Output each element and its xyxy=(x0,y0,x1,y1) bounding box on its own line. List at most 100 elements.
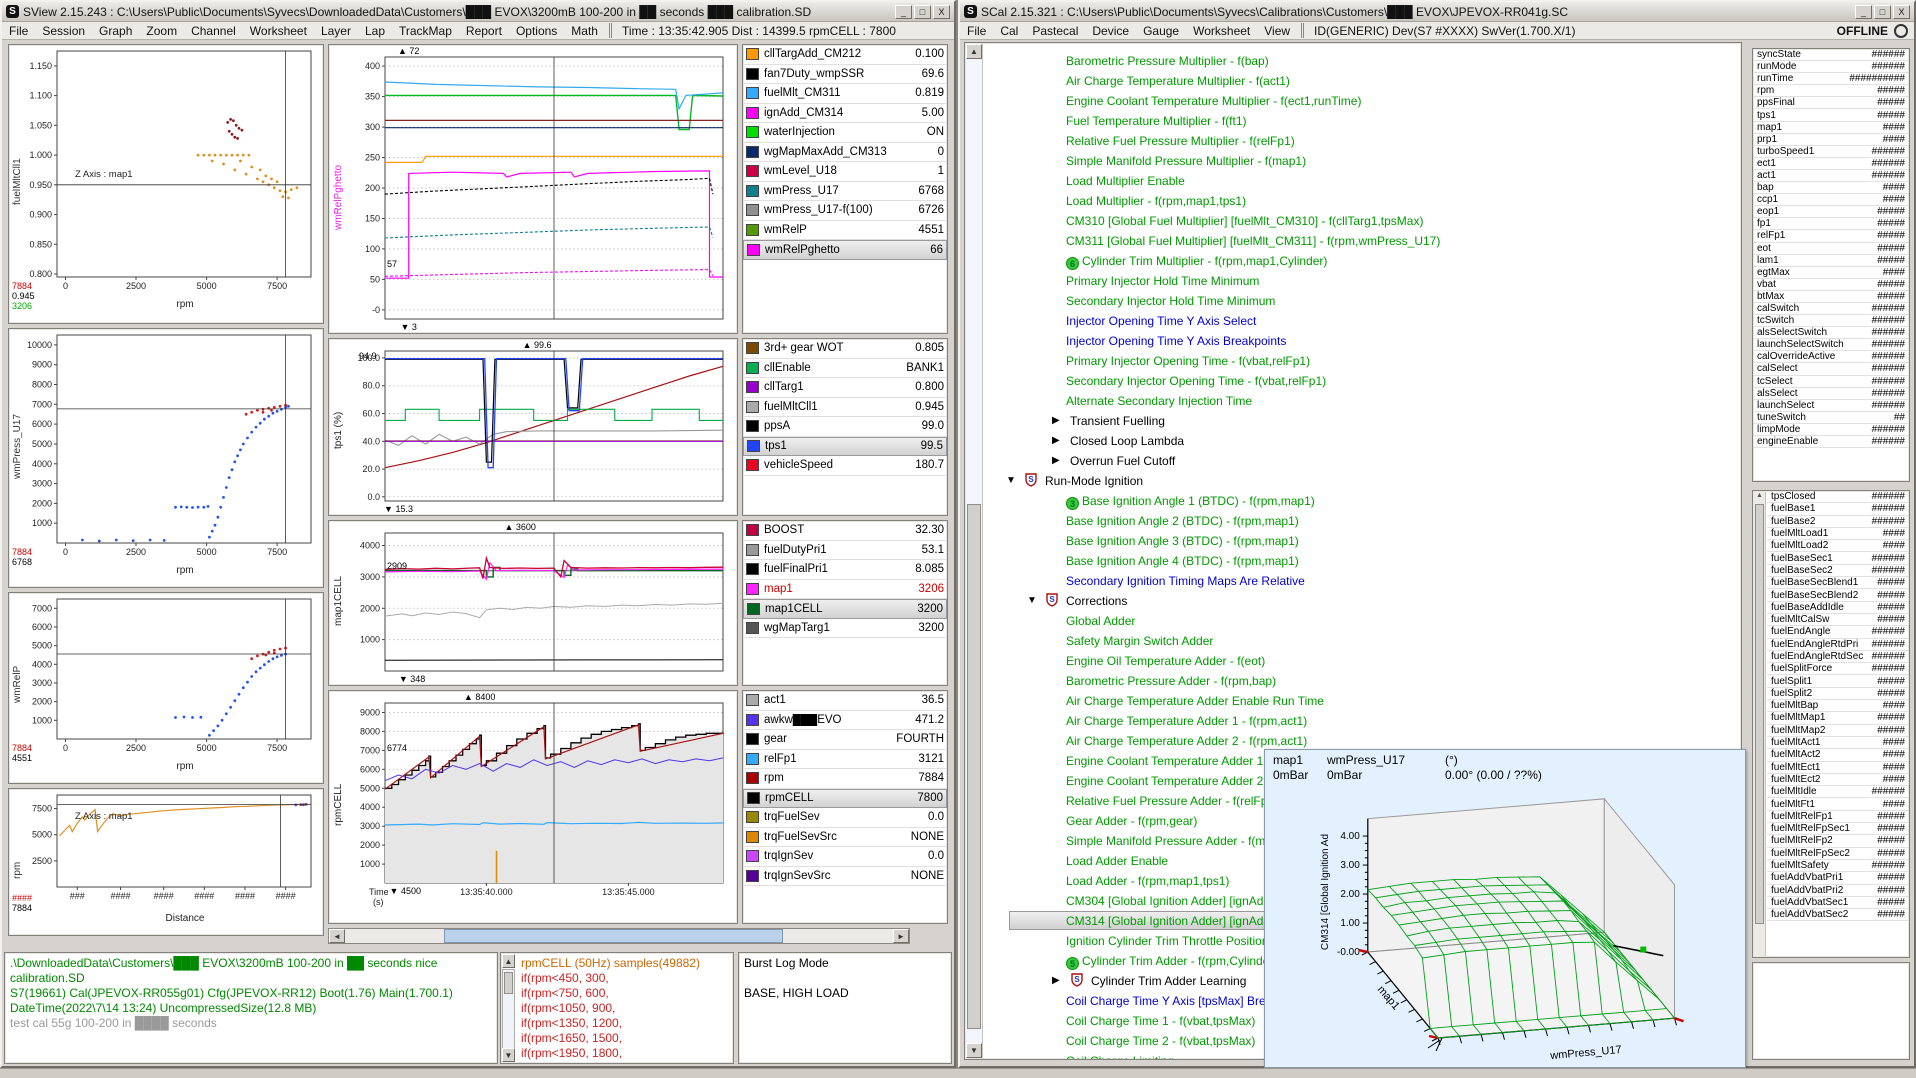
gauge-row-fuelendangle[interactable]: fuelEndAngle###### xyxy=(1767,626,1909,638)
gauge-row-fuelsplit2[interactable]: fuelSplit2##### xyxy=(1767,688,1909,700)
gauge-row-act1[interactable]: act1###### xyxy=(1753,170,1909,182)
gauge-row-calselect[interactable]: calSelect###### xyxy=(1753,363,1909,375)
sview-menu-worksheet[interactable]: Worksheet xyxy=(243,24,314,38)
channel-row-boost[interactable]: BOOST32.30 xyxy=(743,521,947,541)
gauge-row-fuelmltidle[interactable]: fuelMltIdle###### xyxy=(1767,786,1909,798)
tree-item-engine-oil-temperature-adder[interactable]: Engine Oil Temperature Adder - f(eot) xyxy=(989,651,1741,671)
gauge-row-vbat[interactable]: vbat##### xyxy=(1753,279,1909,291)
sview-menu-layer[interactable]: Layer xyxy=(314,24,358,38)
channel-row-waterinjection[interactable]: waterInjectionON xyxy=(743,123,947,143)
tree-item-air-charge-temperature-adder[interactable]: Air Charge Temperature Adder 1 - f(rpm,a… xyxy=(989,711,1741,731)
tree-item-injector-opening-time-y[interactable]: Injector Opening Time Y Axis Breakpoints xyxy=(989,331,1741,351)
gauge-row-btmax[interactable]: btMax##### xyxy=(1753,291,1909,303)
gauge-row-calswitch[interactable]: calSwitch###### xyxy=(1753,303,1909,315)
strip-chart-wmrelpghetto[interactable]: 40035030025020015010050-0▲ 72▼ 3wmRelPgh… xyxy=(328,44,738,334)
gauge-row-fuelmltrelfpsec1[interactable]: fuelMltRelFpSec1##### xyxy=(1767,823,1909,835)
sview-titlebar[interactable]: S SView 2.15.243 : C:\Users\Public\Docum… xyxy=(2,2,954,22)
tree-item-air-charge-temperature-multiplier[interactable]: Air Charge Temperature Multiplier - f(ac… xyxy=(989,71,1741,91)
channel-row-clltargadd-cm212[interactable]: cllTargAdd_CM2120.100 xyxy=(743,45,947,65)
tree-item-cm310-global-fuel-multiplier[interactable]: CM310 [Global Fuel Multiplier] [fuelMlt_… xyxy=(989,211,1741,231)
gauge-row-limpmode[interactable]: limpMode###### xyxy=(1753,424,1909,436)
scal-menu-device[interactable]: Device xyxy=(1085,24,1136,38)
tree-item-air-charge-temperature-adder[interactable]: Air Charge Temperature Adder 2 - f(rpm,a… xyxy=(989,731,1741,751)
channel-row-fuelfinalpri1[interactable]: fuelFinalPri18.085 xyxy=(743,560,947,580)
gauge-row-syncstate[interactable]: syncState###### xyxy=(1753,49,1909,61)
gauge-row-runmode[interactable]: runMode###### xyxy=(1753,61,1909,73)
channel-row-fueldutypri1[interactable]: fuelDutyPri153.1 xyxy=(743,541,947,561)
tree-item-secondary-ignition-timing-maps[interactable]: Secondary Ignition Timing Maps Are Relat… xyxy=(989,571,1741,591)
tree-expanded-arrow-icon[interactable]: ▼ xyxy=(1006,471,1016,491)
gauge-row-alsselect[interactable]: alsSelect###### xyxy=(1753,388,1909,400)
tree-item-alternate-secondary-injection-time[interactable]: Alternate Secondary Injection Time xyxy=(989,391,1741,411)
tree-item-closed-loop-lambda[interactable]: ▶Closed Loop Lambda xyxy=(989,431,1741,451)
channel-row-map1cell[interactable]: map1CELL3200 xyxy=(743,599,947,619)
gauge-row-launchselectswitch[interactable]: launchSelectSwitch###### xyxy=(1753,339,1909,351)
time-scrollbar[interactable]: ◄ ► xyxy=(328,928,910,944)
gauge-row-ppsfinal[interactable]: ppsFinal##### xyxy=(1753,97,1909,109)
scal-menu-gauge[interactable]: Gauge xyxy=(1136,24,1186,38)
channel-row-tps1[interactable]: tps199.5 xyxy=(743,437,947,457)
channel-row-fan7duty-wmpssr[interactable]: fan7Duty_wmpSSR69.6 xyxy=(743,65,947,85)
gauge-row-fuelmltload1[interactable]: fuelMltLoad1#### xyxy=(1767,528,1909,540)
gauge-row-tcselect[interactable]: tcSelect###### xyxy=(1753,376,1909,388)
scatter-rpm-distance-panel[interactable]: 750050002500#######################rpmZ … xyxy=(8,788,324,936)
gauge-row-tps1[interactable]: tps1##### xyxy=(1753,109,1909,121)
tree-item-secondary-injector-hold-time[interactable]: Secondary Injector Hold Time Minimum xyxy=(989,291,1741,311)
channel-row-wmlevel-u18[interactable]: wmLevel_U181 xyxy=(743,162,947,182)
sview-minimize-button[interactable]: _ xyxy=(895,5,912,19)
gauge-row-launchselect[interactable]: launchSelect###### xyxy=(1753,400,1909,412)
scroll-track[interactable] xyxy=(345,929,893,943)
gauge-row-fuelmltcalsw[interactable]: fuelMltCalSw##### xyxy=(1767,614,1909,626)
gauge-row-fuelbasesec2[interactable]: fuelBaseSec2###### xyxy=(1767,565,1909,577)
tree-item-engine-coolant-temperature-multiplier[interactable]: Engine Coolant Temperature Multiplier - … xyxy=(989,91,1741,111)
scroll-thumb[interactable] xyxy=(444,929,784,943)
tree-item-run-mode-ignition[interactable]: ▼SRun-Mode Ignition xyxy=(989,471,1741,491)
gauge-row-fuelmltload2[interactable]: fuelMltLoad2#### xyxy=(1767,540,1909,552)
sview-menu-options[interactable]: Options xyxy=(509,24,564,38)
sview-menu-math[interactable]: Math xyxy=(564,24,605,38)
gauge-row-relfp1[interactable]: relFp1##### xyxy=(1753,230,1909,242)
sview-maximize-button[interactable]: □ xyxy=(914,5,931,19)
channel-row-trqignsev[interactable]: trqIgnSev0.0 xyxy=(743,847,947,867)
channel-row-cllenable[interactable]: cllEnableBANK1 xyxy=(743,359,947,379)
tree-item-secondary-injector-opening-time[interactable]: Secondary Injector Opening Time - f(vbat… xyxy=(989,371,1741,391)
gauge-row-fuelmltsafety[interactable]: fuelMltSafety###### xyxy=(1767,860,1909,872)
gauge-row-fuelsplit1[interactable]: fuelSplit1##### xyxy=(1767,675,1909,687)
gauge-row-turbospeed1[interactable]: turboSpeed1###### xyxy=(1753,146,1909,158)
tree-collapsed-arrow-icon[interactable]: ▶ xyxy=(1052,431,1060,451)
gauge-row-fuelbase1[interactable]: fuelBase1###### xyxy=(1767,503,1909,515)
gauge-row-bap[interactable]: bap#### xyxy=(1753,182,1909,194)
gauge-row-tpsclosed[interactable]: tpsClosed###### xyxy=(1767,491,1909,503)
tree-item-safety-margin-switch-adder[interactable]: Safety Margin Switch Adder xyxy=(989,631,1741,651)
channel-row-wmpress-u17-f-100-[interactable]: wmPress_U17-f(100)6726 xyxy=(743,201,947,221)
gauge-row-fuelmltmap2[interactable]: fuelMltMap2##### xyxy=(1767,725,1909,737)
sview-menu-lap[interactable]: Lap xyxy=(358,24,392,38)
strip-chart-rpmcell[interactable]: 90008000700060005000400030002000100013:3… xyxy=(328,690,738,924)
tree-expanded-arrow-icon[interactable]: ▼ xyxy=(1027,591,1037,611)
tree-item-injector-opening-time-y[interactable]: Injector Opening Time Y Axis Select xyxy=(989,311,1741,331)
gauge-row-eop1[interactable]: eop1##### xyxy=(1753,206,1909,218)
channel-row-map1[interactable]: map13206 xyxy=(743,580,947,600)
gauge-row-prp1[interactable]: prp1#### xyxy=(1753,134,1909,146)
sview-menu-zoom[interactable]: Zoom xyxy=(139,24,184,38)
sview-menu-trackmap[interactable]: TrackMap xyxy=(392,24,459,38)
surface-3d-plot[interactable]: 4.003.002.001.00-0.00CM314 [Global Ignit… xyxy=(1266,786,1744,1066)
channel-row-wgmaptarg1[interactable]: wgMapTarg13200 xyxy=(743,619,947,639)
tree-collapsed-arrow-icon[interactable]: ▶ xyxy=(1052,451,1060,471)
scal-menu-cal[interactable]: Cal xyxy=(993,24,1025,38)
gauge-row-fuelmltbap[interactable]: fuelMltBap#### xyxy=(1767,700,1909,712)
scal-menu-pastecal[interactable]: Pastecal xyxy=(1025,24,1085,38)
tree-item-transient-fuelling[interactable]: ▶Transient Fuelling xyxy=(989,411,1741,431)
scal-close-button[interactable]: X xyxy=(1893,5,1910,19)
channel-row-trqfuelsevsrc[interactable]: trqFuelSevSrcNONE xyxy=(743,828,947,848)
tree-item-primary-injector-hold-time[interactable]: Primary Injector Hold Time Minimum xyxy=(989,271,1741,291)
strip-chart-tps1[interactable]: 100.080.060.040.020.00.0▲ 99.6▼ 15.3tps1… xyxy=(328,338,738,516)
channel-row-gear[interactable]: gearFOURTH xyxy=(743,730,947,750)
channel-row-ignadd-cm314[interactable]: ignAdd_CM3145.00 xyxy=(743,104,947,124)
tree-item-cylinder-trim-multiplier--[interactable]: 6Cylinder Trim Multiplier - f(rpm,map1,C… xyxy=(989,251,1741,271)
scatter-wmrelp-panel[interactable]: 7000600050004000300020001000025005000750… xyxy=(8,592,324,784)
gauge-row-fuelmltrelfp2[interactable]: fuelMltRelFp2##### xyxy=(1767,835,1909,847)
scroll-right-arrow[interactable]: ► xyxy=(893,929,909,943)
gauge-row-fuelendanglertdsec[interactable]: fuelEndAngleRtdSec###### xyxy=(1767,651,1909,663)
gauge-row-caloverrideactive[interactable]: calOverrideActive###### xyxy=(1753,351,1909,363)
